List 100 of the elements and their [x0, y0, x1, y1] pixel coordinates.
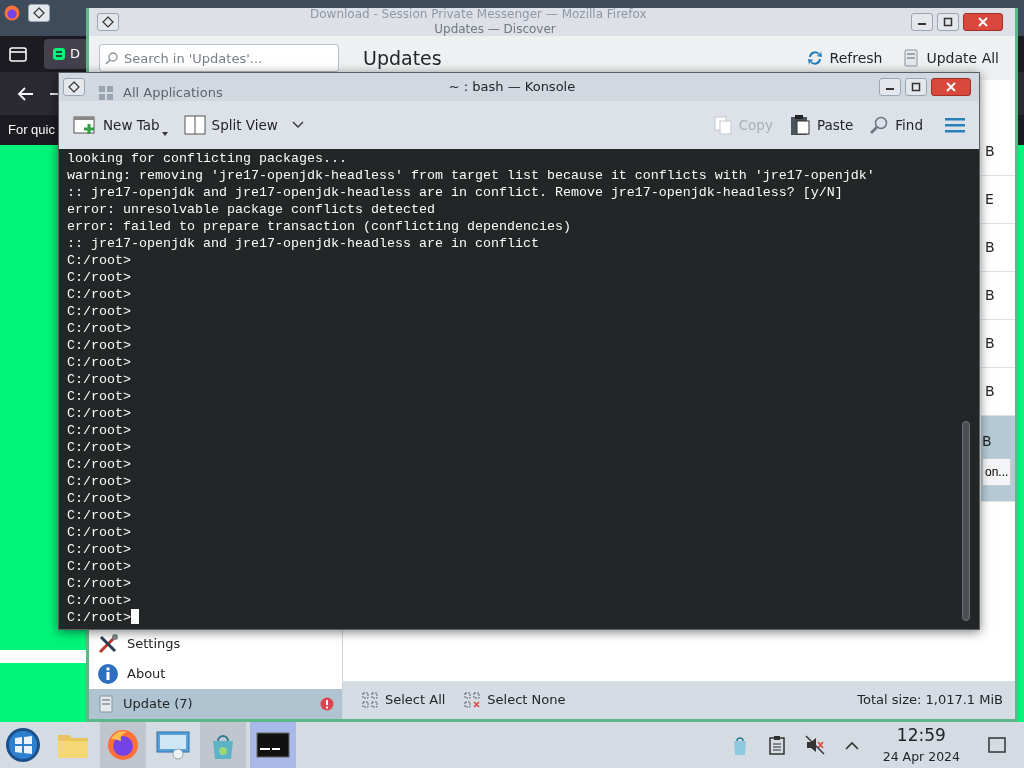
- close-button[interactable]: [931, 78, 971, 96]
- minimize-button[interactable]: [879, 78, 901, 96]
- update-row[interactable]: B: [981, 128, 1015, 176]
- window-menu-button[interactable]: [28, 4, 50, 22]
- window-menu-button[interactable]: [97, 13, 119, 31]
- close-icon: [946, 82, 956, 92]
- tab-list-icon: [8, 45, 28, 63]
- sidebar-item[interactable]: All Applications: [89, 81, 342, 105]
- select-all-icon: [361, 691, 379, 709]
- diamond-icon: [68, 81, 80, 93]
- copy-icon: [712, 115, 733, 135]
- terminal-line: C:/root>: [67, 559, 131, 574]
- search-icon: [869, 115, 890, 135]
- size-text: B: [985, 334, 995, 353]
- maximize-button[interactable]: [937, 13, 959, 31]
- close-button[interactable]: [963, 13, 1003, 31]
- page-heading: Updates: [363, 45, 442, 71]
- sidebar-item[interactable]: Update (7): [89, 689, 342, 719]
- minimize-button[interactable]: [911, 13, 933, 31]
- terminal-line: C:/root>: [67, 508, 131, 523]
- refresh-button[interactable]: Refresh: [799, 44, 889, 72]
- terminal-line: C:/root>: [67, 406, 131, 421]
- chevron-up-icon: [844, 740, 859, 750]
- terminal-line: C:/root>: [67, 525, 131, 540]
- terminal-line: C:/root>: [67, 542, 131, 557]
- clipboard-icon: [788, 114, 811, 136]
- update-button[interactable]: Update All: [896, 44, 1005, 72]
- terminal-line: C:/root>: [67, 321, 131, 336]
- terminal-line: C:/root>: [67, 610, 131, 625]
- caret-icon: [161, 132, 168, 136]
- maximize-button[interactable]: [905, 78, 927, 96]
- paste-button[interactable]: Paste: [782, 111, 860, 139]
- terminal-icon: [256, 732, 290, 758]
- terminal-line: error: failed to prepare transaction (conflicting dependencies): [67, 219, 571, 234]
- terminal-line: C:/root>: [67, 355, 131, 370]
- size-text: B: [985, 238, 995, 257]
- update-row[interactable]: B: [981, 272, 1015, 320]
- terminal-line: C:/root>: [67, 338, 131, 353]
- grid-icon: [97, 84, 115, 102]
- diamond-icon: [102, 16, 114, 28]
- terminal-line: C:/root>: [67, 440, 131, 455]
- new-tab-button[interactable]: New Tab: [67, 111, 174, 139]
- chevron-down-icon: [291, 121, 304, 129]
- package-icon: [97, 694, 115, 714]
- terminal-line: C:/root>: [67, 287, 131, 302]
- scrollbar[interactable]: [962, 421, 970, 621]
- update-row[interactable]: B on...: [981, 416, 1015, 502]
- terminal-line: C:/root>: [67, 270, 131, 285]
- app-icon: [52, 47, 66, 61]
- size-text: E: [985, 190, 994, 209]
- muted-speaker-icon: [804, 735, 825, 755]
- back-icon: [16, 85, 34, 102]
- terminal-line: C:/root>: [67, 593, 131, 608]
- split-view-button[interactable]: Split View: [177, 111, 310, 139]
- terminal-line: C:/root>: [67, 576, 131, 591]
- page-text: For quic: [8, 121, 55, 140]
- package-icon: [902, 48, 921, 68]
- size-text: B: [985, 142, 995, 161]
- update-row[interactable]: E: [981, 176, 1015, 224]
- find-button[interactable]: Find: [863, 111, 929, 139]
- sidebar-item[interactable]: Settings: [89, 629, 342, 659]
- terminal-line: C:/root>: [67, 389, 131, 404]
- split-view-icon: [183, 115, 206, 135]
- browser-tab[interactable]: D: [44, 39, 88, 69]
- terminal-line: C:/root>: [67, 457, 131, 472]
- more-button[interactable]: on...: [982, 458, 1012, 486]
- window-title: Updates — Discover: [434, 22, 556, 36]
- show-desktop-icon: [988, 737, 1006, 753]
- maximize-icon: [911, 82, 921, 92]
- terminal-line: C:/root>: [67, 372, 131, 387]
- new-tab-icon: [73, 114, 97, 136]
- tray-button[interactable]: [766, 733, 787, 757]
- search-field[interactable]: Search in 'Updates'...: [99, 44, 339, 72]
- terminal-line: warning: removing 'jre17-openjdk-headless' from target list because it conflicts with 'jre17-openjdk': [67, 168, 875, 183]
- clipboard-icon: [768, 735, 785, 755]
- update-row[interactable]: B: [981, 224, 1015, 272]
- terminal-line: C:/root>: [67, 423, 131, 438]
- taskbar-app[interactable]: [250, 722, 296, 768]
- update-row[interactable]: B: [981, 320, 1015, 368]
- window-menu-button[interactable]: [63, 78, 85, 96]
- terminal-line: error: unresolvable package conflicts detected: [67, 202, 435, 217]
- total-size-text: Total size: 1,017.1 MiB: [857, 691, 1003, 710]
- close-icon: [978, 17, 988, 27]
- search-icon: [105, 51, 119, 65]
- terminal-line: C:/root>: [67, 304, 131, 319]
- terminal-line: :: jre17-openjdk and jre17-openjdk-headless are in conflict. Remove jre17-openjdk-headless? [y/N]: [67, 185, 843, 200]
- window-title: ~ : bash — Konsole: [448, 78, 576, 97]
- size-text: B: [982, 432, 992, 451]
- maximize-icon: [943, 17, 953, 27]
- size-text: B: [985, 382, 995, 401]
- clock[interactable]: 12:59 24 Apr 2024: [876, 725, 966, 765]
- terminal-line: C:/root>: [67, 491, 131, 506]
- monitor-icon: [156, 730, 190, 760]
- terminal-line: :: jre17-openjdk and jre17-openjdk-headless are in conflict: [67, 236, 539, 251]
- start-orb-icon: [5, 727, 41, 763]
- firefox-icon: [4, 5, 20, 21]
- select-none-button[interactable]: Select None: [457, 687, 572, 713]
- select-all-button[interactable]: Select All: [355, 687, 452, 713]
- firefox-icon: [107, 729, 139, 761]
- sidebar-item[interactable]: About: [89, 659, 342, 689]
